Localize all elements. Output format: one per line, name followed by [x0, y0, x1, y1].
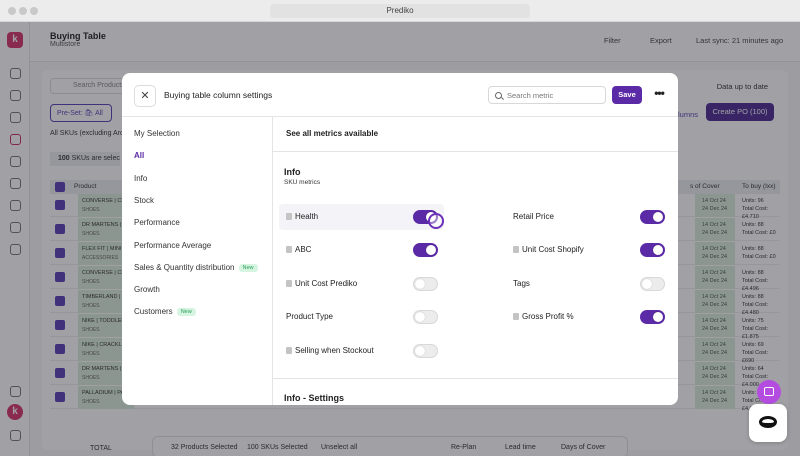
sidebar-item-performance-average[interactable]: Performance Average — [134, 241, 211, 250]
sidebar-item-label: Stock — [134, 195, 155, 205]
minimize-window-dot[interactable] — [19, 7, 27, 15]
metric-search-input[interactable] — [507, 89, 602, 102]
unit-cost-prediko-toggle[interactable] — [413, 276, 438, 291]
sidebar-item-sales-quantity-distribution[interactable]: Sales & Quantity distribution New — [134, 263, 258, 272]
metric-label: Selling when Stockout — [295, 345, 374, 355]
sidebar-item-my-selection[interactable]: My Selection — [134, 129, 180, 138]
sidebar-item-label: Performance — [134, 218, 180, 228]
toggle-knob — [642, 278, 652, 289]
chat-icon — [764, 387, 774, 396]
close-button[interactable]: ✕ — [134, 85, 156, 107]
metric-label: Unit Cost Prediko — [295, 278, 358, 288]
metric-label: Gross Profit % — [522, 312, 574, 322]
toggle-knob — [653, 212, 663, 222]
toggle-knob — [653, 245, 663, 256]
search-icon — [495, 92, 502, 99]
info-icon — [513, 246, 519, 254]
metric-abc: ABC — [286, 243, 438, 258]
metric-label: Retail Price — [513, 212, 554, 221]
sidebar-item-stock[interactable]: Stock — [134, 196, 154, 205]
sidebar-item-label: Performance Average — [134, 240, 212, 250]
column-settings-modal: ✕ Buying table column settings Save ••• … — [122, 73, 678, 405]
window-title: Prediko — [270, 4, 530, 18]
metric-label: ABC — [295, 245, 312, 255]
metric-gross-profit: Gross Profit % — [513, 310, 665, 325]
toggle-knob — [415, 345, 425, 356]
retail-price-toggle[interactable] — [640, 210, 665, 224]
metric-selling-when-stockout: Selling when Stockout — [286, 343, 438, 358]
sidebar-item-info[interactable]: Info — [134, 174, 147, 183]
info-settings-title: Info - Settings — [284, 393, 344, 403]
sidebar-item-performance[interactable]: Performance — [134, 218, 180, 227]
abc-toggle[interactable] — [413, 243, 438, 258]
sidebar-item-all[interactable]: All — [134, 151, 144, 160]
sidebar-item-customers[interactable]: Customers New — [134, 307, 196, 317]
modal-header: ✕ Buying table column settings Save ••• — [122, 73, 678, 117]
info-section-subtitle: SKU metrics — [284, 179, 321, 186]
unit-cost-shopify-toggle[interactable] — [640, 243, 665, 258]
sidebar-item-growth[interactable]: Growth — [134, 285, 160, 294]
metric-label: Product Type — [286, 312, 333, 322]
sidebar-item-label: Sales & Quantity distribution — [134, 262, 235, 272]
toggle-knob — [415, 278, 425, 289]
metric-health: Health — [286, 210, 438, 224]
see-all-metrics-link[interactable]: See all metrics available — [286, 129, 378, 138]
info-icon — [286, 246, 292, 254]
divider — [273, 151, 678, 152]
metric-label: Unit Cost Shopify — [522, 245, 584, 255]
selling-when-stockout-toggle[interactable] — [413, 343, 438, 358]
save-button[interactable]: Save — [612, 86, 642, 104]
new-badge: New — [176, 308, 196, 317]
new-badge: New — [238, 263, 258, 272]
metric-unit-cost-shopify: Unit Cost Shopify — [513, 243, 665, 258]
metric-retail-price: Retail Price — [513, 210, 665, 224]
info-icon — [286, 213, 292, 220]
metric-tags: Tags — [513, 276, 665, 291]
close-window-dot[interactable] — [8, 7, 16, 15]
metrics-panel: See all metrics available Info SKU metri… — [273, 117, 678, 405]
metric-product-type: Product Type — [286, 310, 438, 325]
mouse-cursor — [428, 213, 444, 229]
sidebar-item-label: Info — [134, 173, 148, 183]
metric-search[interactable] — [488, 86, 606, 104]
metric-unit-cost-prediko: Unit Cost Prediko — [286, 276, 438, 291]
support-icon — [759, 416, 777, 428]
info-icon — [286, 346, 292, 354]
sidebar-item-label: My Selection — [134, 129, 180, 138]
info-section-title: Info — [284, 167, 301, 177]
sidebar-item-label: All — [134, 151, 145, 161]
sidebar-item-label: Customers — [134, 307, 173, 317]
divider — [273, 378, 678, 379]
tags-toggle[interactable] — [640, 276, 665, 291]
info-icon — [286, 279, 292, 287]
info-icon — [513, 313, 519, 321]
maximize-window-dot[interactable] — [30, 7, 38, 15]
toggle-knob — [426, 245, 436, 256]
product-type-toggle[interactable] — [413, 310, 438, 325]
window-titlebar: Prediko — [0, 0, 800, 22]
modal-title: Buying table column settings — [164, 90, 273, 100]
support-widget-button[interactable] — [749, 404, 787, 442]
toggle-knob — [415, 312, 425, 323]
category-sidebar: My Selection All Info Stock Performance Perfo… — [122, 117, 273, 405]
sidebar-item-label: Growth — [134, 285, 160, 295]
gross-profit-toggle[interactable] — [640, 310, 665, 325]
chat-launcher-button[interactable] — [757, 380, 781, 404]
more-options-button[interactable]: ••• — [652, 87, 666, 103]
metric-label: Tags — [513, 278, 530, 288]
toggle-knob — [653, 312, 663, 323]
metric-label: Health — [295, 212, 319, 221]
